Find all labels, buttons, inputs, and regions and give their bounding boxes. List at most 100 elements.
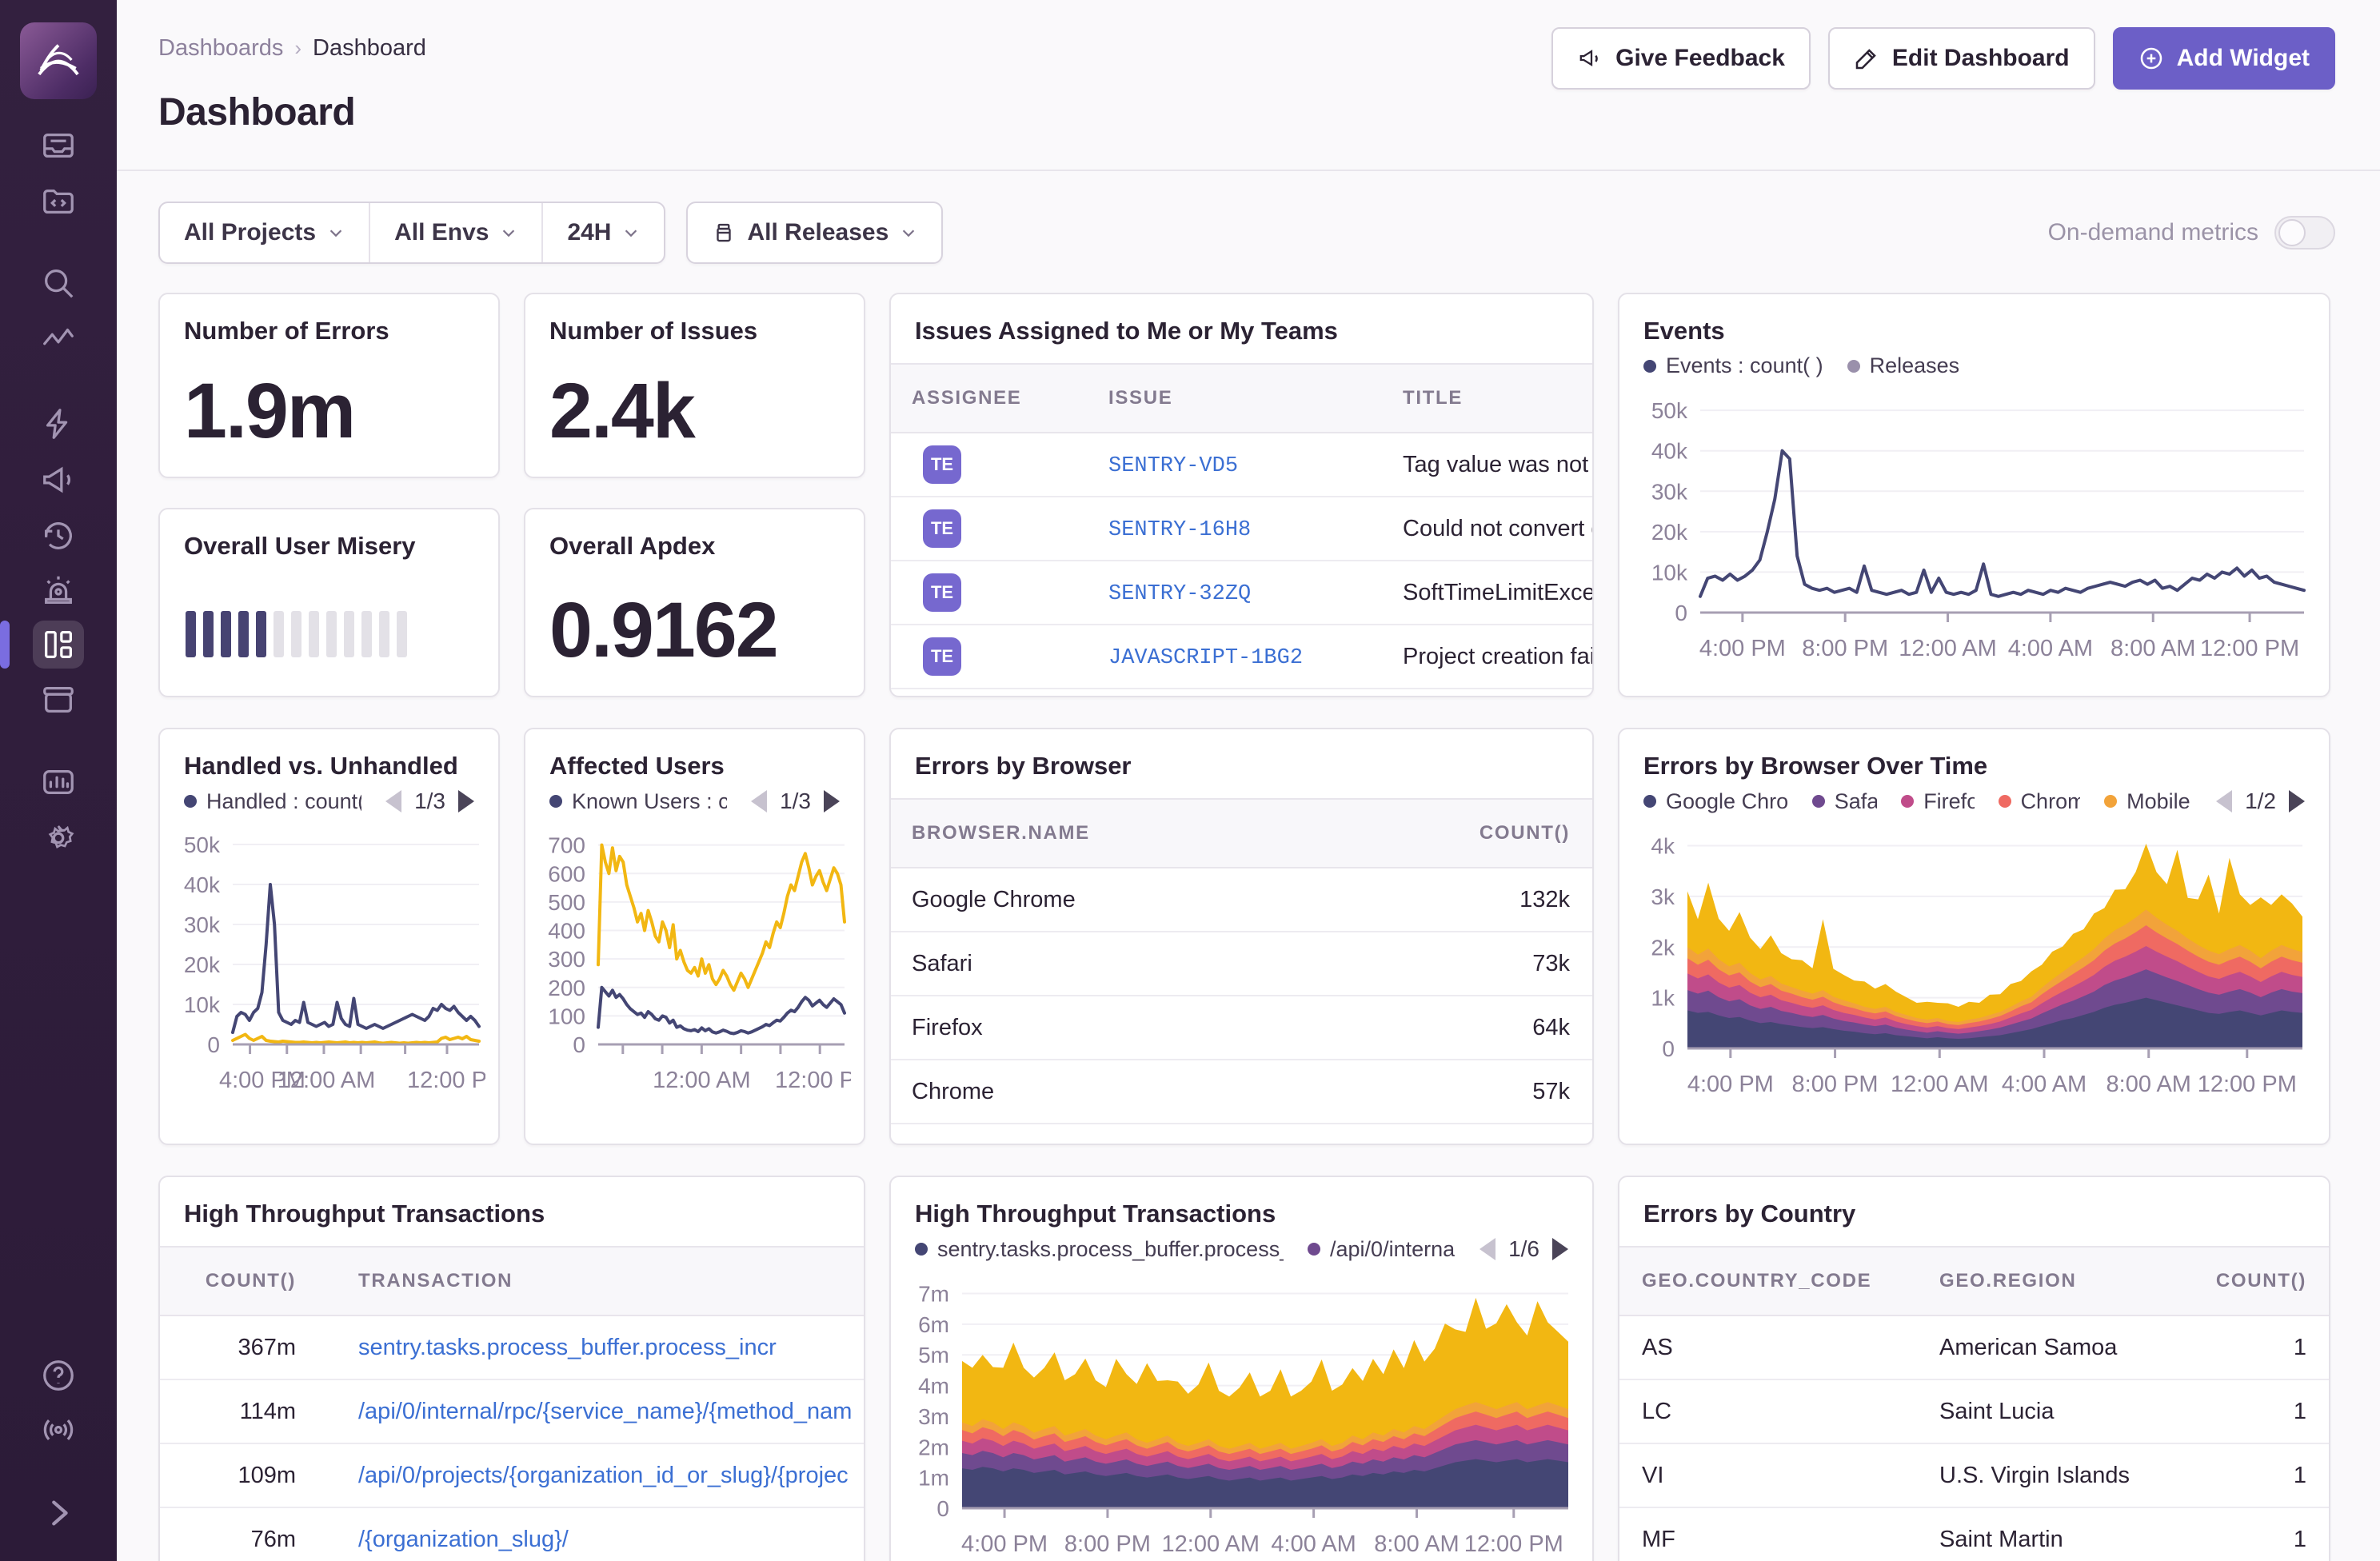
assignee-avatar[interactable]: TE — [923, 573, 961, 612]
edit-dashboard-label: Edit Dashboard — [1892, 45, 2070, 72]
svg-text:12:00 PM: 12:00 PM — [1464, 1531, 1563, 1557]
htt-table-row[interactable]: 367m sentry.tasks.process_buffer.process… — [160, 1316, 864, 1380]
legend-item[interactable]: Handled : count( ) — [184, 789, 361, 814]
widget-overall-apdex[interactable]: Overall Apdex 0.9162 — [524, 508, 865, 697]
edit-dashboard-button[interactable]: Edit Dashboard — [1828, 27, 2095, 90]
widget-number-of-issues[interactable]: Number of Issues 2.4k — [524, 293, 865, 478]
issue-link[interactable]: SENTRY-VD5 — [1108, 454, 1238, 478]
pager-prev-icon[interactable] — [751, 790, 767, 812]
legend-item[interactable]: Chrome — [1999, 789, 2081, 814]
transaction-link[interactable]: sentry.tasks.process_buffer.process_incr — [358, 1335, 777, 1360]
chevron-down-icon — [622, 224, 640, 242]
project-filter[interactable]: All Projects — [160, 203, 369, 262]
widget-high-throughput-chart[interactable]: High Throughput Transactions sentry.task… — [889, 1176, 1594, 1561]
issues-table-row[interactable]: TE SENTRY-32ZQ SoftTimeLimitExceeded — [891, 561, 1592, 625]
assignee-avatar[interactable]: TE — [923, 637, 961, 676]
sidebar-item-issues[interactable] — [33, 122, 84, 170]
pager-next-icon[interactable] — [458, 790, 474, 812]
legend-dot — [549, 795, 562, 808]
sentry-logo[interactable] — [20, 22, 97, 99]
legend-item[interactable]: Firefox — [1901, 789, 1974, 814]
pager-prev-icon[interactable] — [2216, 790, 2232, 812]
releases-filter-group: All Releases — [686, 202, 943, 264]
assignee-avatar[interactable]: TE — [923, 445, 961, 484]
sidebar-item-feedback[interactable] — [33, 456, 84, 504]
htt-table-row[interactable]: 109m /api/0/projects/{organization_id_or… — [160, 1444, 864, 1508]
legend-item[interactable]: Safari — [1812, 789, 1877, 814]
legend-item[interactable]: /api/0/internal/r — [1308, 1237, 1456, 1262]
widget-events[interactable]: Events Events : count( )Releases 010k20k… — [1618, 293, 2330, 697]
add-widget-button[interactable]: Add Widget — [2113, 27, 2335, 90]
sidebar-item-performance[interactable] — [33, 400, 84, 448]
sidebar-item-stats[interactable] — [33, 758, 84, 806]
legend-item[interactable]: Mobile S — [2104, 789, 2192, 814]
country-table-row[interactable]: VI U.S. Virgin Islands 1 — [1619, 1444, 2329, 1508]
sidebar-item-search[interactable] — [33, 259, 84, 307]
chevron-down-icon — [327, 224, 345, 242]
sidebar-item-projects[interactable] — [33, 178, 84, 226]
legend-dot — [2104, 795, 2117, 808]
sidebar-collapse-button[interactable] — [33, 1489, 84, 1537]
country-table-row[interactable]: AS American Samoa 1 — [1619, 1316, 2329, 1380]
pager-prev-icon[interactable] — [385, 790, 401, 812]
pager-next-icon[interactable] — [2289, 790, 2305, 812]
ondemand-metrics-toggle[interactable] — [2274, 216, 2335, 250]
assignee-avatar[interactable]: TE — [923, 509, 961, 548]
browser-table-row[interactable]: Mobile Safari 22k — [891, 1124, 1592, 1145]
pencil-icon — [1854, 46, 1879, 71]
svg-text:7m: 7m — [918, 1282, 949, 1307]
sidebar-item-broadcast[interactable] — [33, 1406, 84, 1454]
pager-prev-icon[interactable] — [1480, 1238, 1495, 1260]
widget-overall-user-misery[interactable]: Overall User Misery — [158, 508, 500, 697]
legend-item[interactable]: Events : count( ) — [1643, 353, 1823, 378]
sidebar-item-alerts[interactable] — [33, 566, 84, 614]
sidebar-item-help[interactable] — [33, 1351, 84, 1399]
column-title: TITLE — [1403, 387, 1592, 409]
breadcrumb-dashboards[interactable]: Dashboards — [158, 35, 283, 62]
widget-affected-users[interactable]: Affected Users Known Users : cour1/3 010… — [524, 728, 865, 1145]
browser-table-row[interactable]: Google Chrome 132k — [891, 868, 1592, 932]
svg-text:20k: 20k — [183, 952, 220, 977]
widget-high-throughput-table[interactable]: High Throughput Transactions COUNT() TRA… — [158, 1176, 865, 1561]
issues-table-row[interactable]: TE JAVASCRIPT-1BG2 Project creation fail… — [891, 625, 1592, 689]
legend-item[interactable]: Google Chrome — [1643, 789, 1788, 814]
sidebar-item-replays[interactable] — [33, 512, 84, 560]
issue-link[interactable]: SENTRY-16H8 — [1108, 518, 1251, 542]
time-range-filter[interactable]: 24H — [541, 203, 664, 262]
browser-table-row[interactable]: Firefox 64k — [891, 996, 1592, 1060]
browser-table-row[interactable]: Safari 73k — [891, 932, 1592, 996]
issues-table-row[interactable]: TE SENTRY-16H8 Could not convert query — [891, 497, 1592, 561]
legend-item[interactable]: sentry.tasks.process_buffer.process_incr — [915, 1237, 1284, 1262]
widget-issues-assigned[interactable]: Issues Assigned to Me or My Teams ASSIGN… — [889, 293, 1594, 697]
browser-table-row[interactable]: Chrome 57k — [891, 1060, 1592, 1124]
sidebar-item-traces[interactable] — [33, 315, 84, 363]
issue-link[interactable]: JAVASCRIPT-1BG2 — [1108, 646, 1303, 670]
legend-dot — [1643, 795, 1656, 808]
transaction-link[interactable]: /api/0/internal/rpc/{service_name}/{meth… — [358, 1399, 852, 1424]
htt-table-row[interactable]: 114m /api/0/internal/rpc/{service_name}/… — [160, 1380, 864, 1444]
transaction-link[interactable]: /{organization_slug}/ — [358, 1527, 569, 1552]
widget-number-of-errors[interactable]: Number of Errors 1.9m — [158, 293, 500, 478]
sidebar-item-releases[interactable] — [33, 675, 84, 723]
legend-item[interactable]: Releases — [1847, 353, 1960, 378]
give-feedback-button[interactable]: Give Feedback — [1551, 27, 1811, 90]
pager-next-icon[interactable] — [1552, 1238, 1568, 1260]
country-table-row[interactable]: LC Saint Lucia 1 — [1619, 1380, 2329, 1444]
svg-text:8:00 PM: 8:00 PM — [1802, 636, 1888, 661]
widget-handled-vs-unhandled[interactable]: Handled vs. Unhandled Handled : count( )… — [158, 728, 500, 1145]
widget-errors-by-browser[interactable]: Errors by Browser BROWSER.NAME COUNT() G… — [889, 728, 1594, 1145]
widget-errors-by-browser-over-time[interactable]: Errors by Browser Over Time Google Chrom… — [1618, 728, 2330, 1145]
transaction-link[interactable]: /api/0/projects/{organization_id_or_slug… — [358, 1463, 849, 1488]
widget-errors-by-country[interactable]: Errors by Country GEO.COUNTRY_CODE GEO.R… — [1618, 1176, 2330, 1561]
issue-link[interactable]: SENTRY-32ZQ — [1108, 582, 1251, 606]
sidebar-item-dashboards[interactable] — [33, 621, 84, 669]
svg-text:0: 0 — [573, 1032, 585, 1057]
sidebar-item-settings[interactable] — [33, 814, 84, 862]
environment-filter[interactable]: All Envs — [369, 203, 541, 262]
country-table-row[interactable]: MF Saint Martin 1 — [1619, 1508, 2329, 1561]
pager-next-icon[interactable] — [824, 790, 840, 812]
issues-table-row[interactable]: TE SENTRY-VD5 Tag value was not a strin — [891, 433, 1592, 497]
releases-filter[interactable]: All Releases — [688, 203, 941, 262]
legend-item[interactable]: Known Users : cour — [549, 789, 727, 814]
htt-table-row[interactable]: 76m /{organization_slug}/ — [160, 1508, 864, 1561]
